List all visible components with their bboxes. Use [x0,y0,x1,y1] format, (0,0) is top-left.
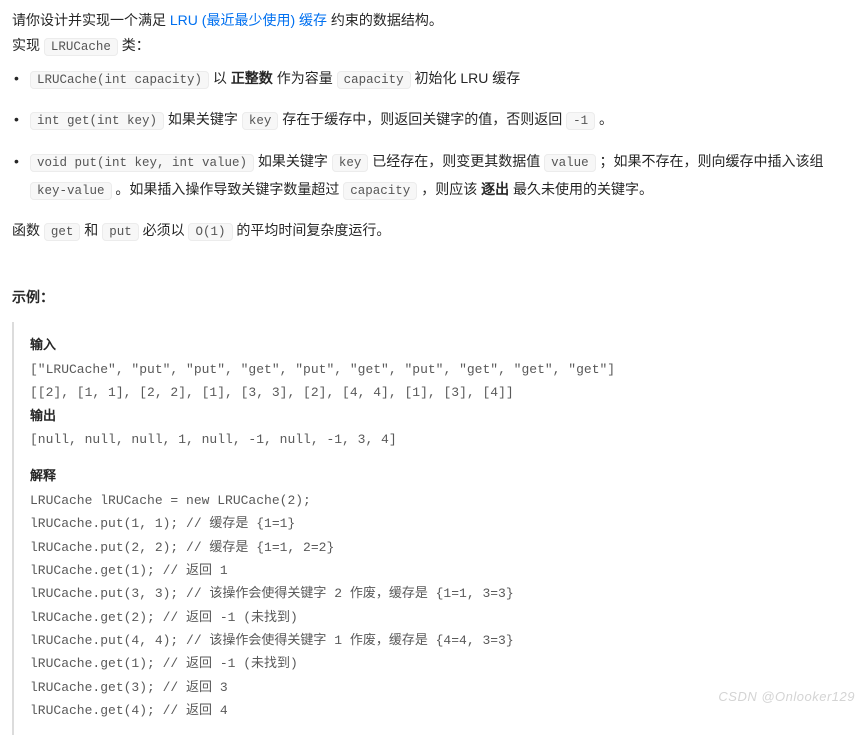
text: 类： [118,37,150,53]
text: 如果关键字 [254,153,332,169]
code-param: capacity [343,182,417,200]
text: 作为容量 [273,70,337,86]
example-explain-line: lRUCache.put(3, 3); // 该操作会使得关键字 2 作废，缓存… [30,582,835,605]
bold-text: 逐出 [481,181,509,197]
text: 最久未使用的关键字。 [509,181,653,197]
complexity-note: 函数 get 和 put 必须以 O(1) 的平均时间复杂度运行。 [12,218,851,244]
code-signature: int get(int key) [30,112,164,130]
text: 。如果插入操作导致关键字数量超过 [112,181,344,197]
bold-text: 正整数 [231,70,273,86]
example-explain-line: lRUCache.put(2, 2); // 缓存是 {1=1, 2=2} [30,536,835,559]
example-input-line: ["LRUCache", "put", "put", "get", "put",… [30,358,835,381]
text: ；如果不存在，则向缓存中插入该组 [596,153,824,169]
example-explain-label: 解释 [30,465,835,488]
lru-link[interactable]: LRU (最近最少使用) 缓存 [170,12,327,28]
example-explain-line: lRUCache.get(1); // 返回 1 [30,559,835,582]
code-param: capacity [337,71,411,89]
text: 。 [595,111,613,127]
text: 实现 [12,37,44,53]
example-block: 输入 ["LRUCache", "put", "put", "get", "pu… [12,322,851,734]
code-signature: void put(int key, int value) [30,154,254,172]
example-explain-line: lRUCache.put(4, 4); // 该操作会使得关键字 1 作废，缓存… [30,629,835,652]
list-item: LRUCache(int capacity) 以 正整数 作为容量 capaci… [12,65,851,93]
text: 以 [209,70,231,86]
example-input-line: [[2], [1, 1], [2, 2], [1], [3, 3], [2], … [30,381,835,404]
text: 和 [80,222,102,238]
intro-line-1: 请你设计并实现一个满足 LRU (最近最少使用) 缓存 约束的数据结构。 [12,8,851,33]
example-heading: 示例： [12,285,851,310]
code-signature: LRUCache(int capacity) [30,71,209,89]
text: 必须以 [139,222,189,238]
text: 约束的数据结构。 [327,12,443,28]
code-bigO: O(1) [188,223,232,241]
text: 请你设计并实现一个满足 [12,12,170,28]
method-list: LRUCache(int capacity) 以 正整数 作为容量 capaci… [12,65,851,204]
code-class-name: LRUCache [44,38,118,56]
text: 已经存在，则变更其数据值 [368,153,544,169]
list-item: int get(int key) 如果关键字 key 存在于缓存中，则返回关键字… [12,106,851,134]
code-param: key [242,112,279,130]
intro-line-2: 实现 LRUCache 类： [12,33,851,59]
code-return: -1 [566,112,595,130]
example-explain-line: lRUCache.get(1); // 返回 -1 (未找到) [30,652,835,675]
text: 如果关键字 [164,111,242,127]
example-input-label: 输入 [30,334,835,357]
text: 存在于缓存中，则返回关键字的值，否则返回 [278,111,566,127]
text: 初始化 LRU 缓存 [411,70,521,86]
example-explain-line: lRUCache.get(2); // 返回 -1 (未找到) [30,606,835,629]
example-output-line: [null, null, null, 1, null, -1, null, -1… [30,428,835,451]
example-explain-line: LRUCache lRUCache = new LRUCache(2); [30,489,835,512]
code-param: key [332,154,369,172]
example-explain-line: lRUCache.get(4); // 返回 4 [30,699,835,722]
code-param: value [544,154,596,172]
text: ，则应该 [417,181,481,197]
example-explain-line: lRUCache.put(1, 1); // 缓存是 {1=1} [30,512,835,535]
text: 的平均时间复杂度运行。 [233,222,391,238]
example-explain-line: lRUCache.get(3); // 返回 3 [30,676,835,699]
example-output-label: 输出 [30,405,835,428]
code-fn: get [44,223,81,241]
code-fn: put [102,223,139,241]
code-param: key-value [30,182,112,200]
list-item: void put(int key, int value) 如果关键字 key 已… [12,148,851,204]
text: 函数 [12,222,44,238]
